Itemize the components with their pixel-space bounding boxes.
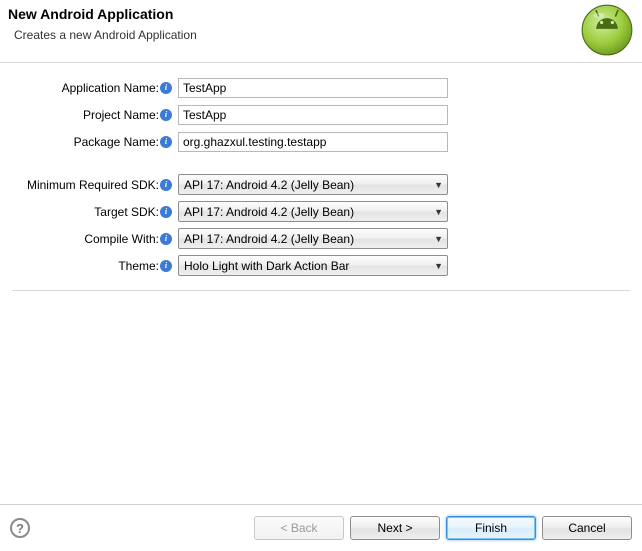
info-icon[interactable]: i [160,260,172,272]
info-icon[interactable]: i [160,109,172,121]
label-text-compile-with: Compile With: [84,232,159,246]
page-subtitle: Creates a new Android Application [14,28,197,42]
project-name-input[interactable] [178,105,448,125]
compile-with-dropdown[interactable]: API 17: Android 4.2 (Jelly Bean) ▼ [178,228,448,249]
chevron-down-icon: ▼ [434,180,443,190]
chevron-down-icon: ▼ [434,234,443,244]
label-project-name: Project Name:i [12,108,174,122]
info-icon[interactable]: i [160,82,172,94]
divider [12,290,630,291]
wizard-footer: ? < Back Next > Finish Cancel [0,504,642,551]
target-sdk-value: API 17: Android 4.2 (Jelly Bean) [184,205,354,219]
theme-value: Holo Light with Dark Action Bar [184,259,349,273]
label-text-theme: Theme: [118,259,159,273]
next-button[interactable]: Next > [350,516,440,540]
row-project-name: Project Name:i [12,102,630,127]
package-name-input[interactable] [178,132,448,152]
row-application-name: Application Name:i [12,75,630,100]
finish-button[interactable]: Finish [446,516,536,540]
min-sdk-dropdown[interactable]: API 17: Android 4.2 (Jelly Bean) ▼ [178,174,448,195]
form-area: Application Name:i Project Name:i Packag… [0,63,642,301]
back-button: < Back [254,516,344,540]
label-text-package-name: Package Name: [74,135,159,149]
info-icon[interactable]: i [160,179,172,191]
application-name-input[interactable] [178,78,448,98]
info-icon[interactable]: i [160,233,172,245]
label-package-name: Package Name:i [12,135,174,149]
help-icon[interactable]: ? [10,518,30,538]
sdk-group: Minimum Required SDK:i API 17: Android 4… [12,172,630,278]
compile-with-value: API 17: Android 4.2 (Jelly Bean) [184,232,354,246]
row-package-name: Package Name:i [12,129,630,154]
label-theme: Theme:i [12,259,174,273]
android-icon [580,3,634,57]
row-target-sdk: Target SDK:i API 17: Android 4.2 (Jelly … [12,199,630,224]
label-target-sdk: Target SDK:i [12,205,174,219]
cancel-button[interactable]: Cancel [542,516,632,540]
wizard-banner: New Android Application Creates a new An… [0,0,642,63]
label-text-min-sdk: Minimum Required SDK: [27,178,159,192]
info-icon[interactable]: i [160,136,172,148]
label-text-application-name: Application Name: [62,81,159,95]
label-application-name: Application Name:i [12,81,174,95]
theme-dropdown[interactable]: Holo Light with Dark Action Bar ▼ [178,255,448,276]
row-min-sdk: Minimum Required SDK:i API 17: Android 4… [12,172,630,197]
label-text-project-name: Project Name: [83,108,159,122]
name-group: Application Name:i Project Name:i Packag… [12,75,630,154]
target-sdk-dropdown[interactable]: API 17: Android 4.2 (Jelly Bean) ▼ [178,201,448,222]
label-min-sdk: Minimum Required SDK:i [12,178,174,192]
row-theme: Theme:i Holo Light with Dark Action Bar … [12,253,630,278]
info-icon[interactable]: i [160,206,172,218]
min-sdk-value: API 17: Android 4.2 (Jelly Bean) [184,178,354,192]
label-text-target-sdk: Target SDK: [94,205,159,219]
row-compile-with: Compile With:i API 17: Android 4.2 (Jell… [12,226,630,251]
label-compile-with: Compile With:i [12,232,174,246]
chevron-down-icon: ▼ [434,261,443,271]
footer-buttons: < Back Next > Finish Cancel [254,516,632,540]
page-title: New Android Application [8,6,173,22]
chevron-down-icon: ▼ [434,207,443,217]
